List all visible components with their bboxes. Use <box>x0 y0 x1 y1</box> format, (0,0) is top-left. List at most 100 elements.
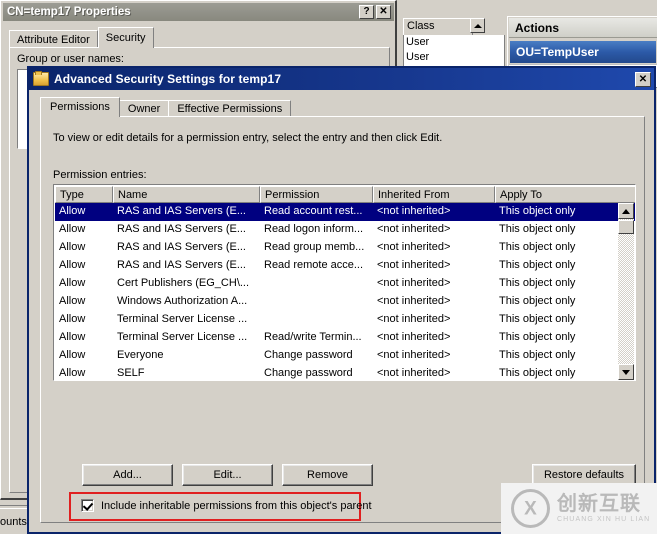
cell-type: Allow <box>55 221 113 239</box>
actions-panel-header: Actions <box>509 18 657 38</box>
watermark-logo-icon <box>511 489 550 528</box>
table-row[interactable]: AllowTerminal Server License ...Read/wri… <box>55 329 636 347</box>
watermark: 创新互联 CHUANG XIN HU LIAN <box>501 483 657 534</box>
include-inheritable-permissions-checkbox[interactable]: Include inheritable permissions from thi… <box>81 499 372 512</box>
bg-divider-2 <box>0 505 30 509</box>
cell-type: Allow <box>55 203 113 221</box>
cell-name: RAS and IAS Servers (E... <box>113 257 260 275</box>
help-button[interactable]: ? <box>359 5 374 19</box>
cell-inherited_from: <not inherited> <box>373 365 495 381</box>
watermark-chinese: 创新互联 <box>557 493 650 514</box>
list-header-row: Type Name Permission Inherited From Appl… <box>55 186 636 203</box>
scroll-up-button[interactable] <box>618 203 634 219</box>
cell-apply_to: This object only <box>495 257 636 275</box>
folder-icon <box>33 72 49 86</box>
cell-apply_to: This object only <box>495 347 636 365</box>
cell-name: Terminal Server License ... <box>113 311 260 329</box>
cell-permission <box>260 293 373 311</box>
table-row[interactable]: AllowRAS and IAS Servers (E...Read remot… <box>55 257 636 275</box>
advanced-dialog-title: Advanced Security Settings for temp17 <box>54 72 281 86</box>
scrollbar-thumb[interactable] <box>618 220 634 234</box>
cell-apply_to: This object only <box>495 293 636 311</box>
properties-titlebar-buttons: ? ✕ <box>359 5 394 19</box>
close-icon[interactable]: ✕ <box>635 72 651 87</box>
group-or-user-names-label: Group or user names: <box>17 53 124 65</box>
column-header-type[interactable]: Type <box>55 186 113 203</box>
table-row[interactable]: AllowCert Publishers (EG_CH\...<not inhe… <box>55 275 636 293</box>
advanced-tab-strip: Permissions Owner Effective Permissions <box>40 97 290 117</box>
table-row[interactable]: AllowRAS and IAS Servers (E...Read logon… <box>55 221 636 239</box>
scrollbar-track[interactable] <box>618 219 634 364</box>
column-header-apply-to[interactable]: Apply To <box>495 186 636 203</box>
permission-entries-label: Permission entries: <box>53 169 147 181</box>
cell-inherited_from: <not inherited> <box>373 239 495 257</box>
column-header-permission[interactable]: Permission <box>260 186 373 203</box>
list-viewport: Type Name Permission Inherited From Appl… <box>55 186 636 381</box>
cell-apply_to: This object only <box>495 329 636 347</box>
cell-permission: Change password <box>260 347 373 365</box>
cell-name: SELF <box>113 365 260 381</box>
cell-permission: Read account rest... <box>260 203 373 221</box>
close-icon[interactable]: ✕ <box>376 5 391 19</box>
add-button[interactable]: Add... <box>82 464 173 486</box>
cell-permission <box>260 311 373 329</box>
table-row[interactable]: AllowRAS and IAS Servers (E...Read accou… <box>55 203 636 221</box>
advanced-dialog-titlebar[interactable]: Advanced Security Settings for temp17 ✕ <box>29 68 654 90</box>
cell-permission: Change password <box>260 365 373 381</box>
tab-owner[interactable]: Owner <box>119 100 169 117</box>
cell-permission: Read/write Termin... <box>260 329 373 347</box>
cell-name: RAS and IAS Servers (E... <box>113 203 260 221</box>
permission-entries-list[interactable]: Type Name Permission Inherited From Appl… <box>53 184 636 381</box>
table-row[interactable]: AllowRAS and IAS Servers (E...Read group… <box>55 239 636 257</box>
cell-type: Allow <box>55 293 113 311</box>
cell-inherited_from: <not inherited> <box>373 203 495 221</box>
watermark-pinyin: CHUANG XIN HU LIAN <box>557 516 650 523</box>
cell-permission: Read remote acce... <box>260 257 373 275</box>
watermark-text: 创新互联 CHUANG XIN HU LIAN <box>557 493 650 523</box>
checkbox-icon[interactable] <box>81 499 94 512</box>
tab-security[interactable]: Security <box>98 27 154 48</box>
column-header-inherited-from[interactable]: Inherited From <box>373 186 495 203</box>
remove-button[interactable]: Remove <box>282 464 373 486</box>
checkbox-label: Include inheritable permissions from thi… <box>101 500 372 512</box>
actions-item-ou-tempuser[interactable]: OU=TempUser <box>510 41 656 63</box>
chevron-up-icon <box>622 209 630 214</box>
cell-apply_to: This object only <box>495 239 636 257</box>
cell-inherited_from: <not inherited> <box>373 221 495 239</box>
tab-attribute-editor[interactable]: Attribute Editor <box>9 30 98 48</box>
cell-name: RAS and IAS Servers (E... <box>113 221 260 239</box>
cell-apply_to: This object only <box>495 203 636 221</box>
bg-fragment-accounts: ounts <box>0 516 27 528</box>
table-row[interactable]: AllowSELFChange password<not inherited>T… <box>55 365 636 381</box>
tab-permissions[interactable]: Permissions <box>40 97 120 117</box>
chevron-up-icon <box>474 24 482 28</box>
list-vertical-scrollbar[interactable] <box>618 203 634 380</box>
table-row[interactable]: AllowWindows Authorization A...<not inhe… <box>55 293 636 311</box>
cell-name: Everyone <box>113 347 260 365</box>
column-header-name[interactable]: Name <box>113 186 260 203</box>
cell-apply_to: This object only <box>495 221 636 239</box>
properties-dialog-titlebar[interactable]: CN=temp17 Properties ? ✕ <box>3 3 394 21</box>
cell-permission <box>260 275 373 293</box>
edit-button[interactable]: Edit... <box>182 464 273 486</box>
screen-root: Class User User Users ounts Actions OU=T… <box>0 0 657 534</box>
cell-inherited_from: <not inherited> <box>373 275 495 293</box>
cell-inherited_from: <not inherited> <box>373 329 495 347</box>
properties-tab-strip: Attribute Editor Security <box>9 27 154 48</box>
scroll-down-button[interactable] <box>618 364 634 380</box>
table-row[interactable]: AllowEveryoneChange password<not inherit… <box>55 347 636 365</box>
bg-scroll-up-button[interactable] <box>470 18 485 33</box>
properties-dialog-title: CN=temp17 Properties <box>3 6 131 18</box>
cell-inherited_from: <not inherited> <box>373 311 495 329</box>
table-row[interactable]: AllowTerminal Server License ... <not inh… <box>55 311 636 329</box>
cell-apply_to: This object only <box>495 275 636 293</box>
tab-effective-permissions[interactable]: Effective Permissions <box>168 100 291 117</box>
cell-apply_to: This object only <box>495 311 636 329</box>
cell-name: RAS and IAS Servers (E... <box>113 239 260 257</box>
cell-type: Allow <box>55 275 113 293</box>
cell-permission: Read logon inform... <box>260 221 373 239</box>
cell-type: Allow <box>55 257 113 275</box>
cell-name: Windows Authorization A... <box>113 293 260 311</box>
cell-name: Terminal Server License ... <box>113 329 260 347</box>
cell-type: Allow <box>55 311 113 329</box>
